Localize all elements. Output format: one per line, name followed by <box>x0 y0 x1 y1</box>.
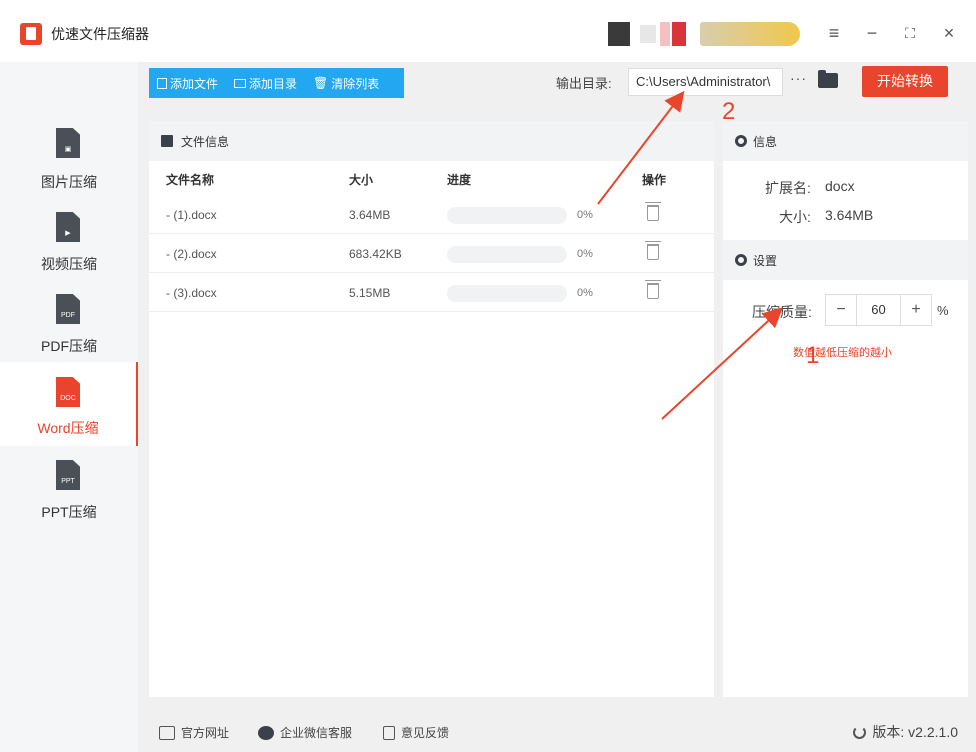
col-size: 大小 <box>349 173 374 187</box>
ext-value: docx <box>825 178 855 194</box>
footer: 官方网址 企业微信客服 意见反馈 版本: v2.2.1.0 <box>138 712 976 752</box>
delete-icon[interactable] <box>645 280 661 299</box>
quality-stepper: − 60 + <box>825 294 932 326</box>
file-size: 3.64MB <box>349 208 391 222</box>
file-panel-header: 文件信息 <box>149 121 714 161</box>
pdf-file-icon: PDF <box>56 294 80 324</box>
blurred-avatar-area <box>598 22 688 46</box>
annotation-number-1: 1 <box>806 342 820 369</box>
feedback-icon <box>383 725 395 740</box>
blurred-username-area <box>700 22 800 46</box>
trash-icon: 🗑 <box>313 76 329 90</box>
progress-percent: 0% <box>577 209 593 221</box>
version-info[interactable]: 版本: v2.2.1.0 <box>853 722 958 742</box>
file-name: - (2).docx <box>166 247 217 261</box>
file-name: - (3).docx <box>166 286 217 300</box>
browse-more-button[interactable]: ··· <box>790 70 807 86</box>
image-icon <box>161 135 173 147</box>
video-file-icon: ▶ <box>56 212 80 242</box>
table-row[interactable]: - (2).docx 683.42KB 0% <box>149 234 714 273</box>
table-row[interactable]: - (1).docx 3.64MB 0% <box>149 195 714 234</box>
sidebar-item-video[interactable]: ▶ 视频压缩 <box>0 212 138 294</box>
output-dir-input[interactable]: C:\Users\Administrator\ <box>628 68 783 96</box>
progress-bar <box>447 246 567 263</box>
quality-input[interactable]: 60 <box>856 295 901 325</box>
quality-increase-button[interactable]: + <box>901 295 931 325</box>
ext-label: 扩展名: <box>765 180 811 196</box>
open-folder-icon[interactable] <box>818 70 838 88</box>
add-folder-button[interactable]: 添加目录 <box>234 75 297 92</box>
size-value: 3.64MB <box>825 207 874 223</box>
quality-label: 压缩质量: <box>752 304 812 320</box>
folder-outline-icon <box>234 78 247 88</box>
sidebar-item-ppt[interactable]: PPT PPT压缩 <box>0 460 138 542</box>
website-icon <box>159 725 175 740</box>
close-icon[interactable]: × <box>937 21 961 45</box>
file-size: 5.15MB <box>349 286 391 300</box>
table-row[interactable]: - (3).docx 5.15MB 0% <box>149 273 714 312</box>
app-title: 优速文件压缩器 <box>51 26 149 42</box>
col-progress: 进度 <box>447 173 472 187</box>
col-name: 文件名称 <box>166 173 215 187</box>
output-dir-label: 输出目录: <box>556 76 612 91</box>
file-icon <box>157 77 167 89</box>
clear-list-button[interactable]: 🗑 清除列表 <box>313 75 379 92</box>
chat-icon <box>258 725 274 740</box>
sidebar-item-label: PDF压缩 <box>41 338 97 354</box>
progress-bar <box>447 207 567 224</box>
file-name: - (1).docx <box>166 208 217 222</box>
file-size: 683.42KB <box>349 247 402 261</box>
website-link[interactable]: 官方网址 <box>159 724 229 741</box>
menu-icon[interactable]: ≡ <box>822 21 846 45</box>
progress-bar <box>447 285 567 302</box>
gear-icon <box>735 254 747 266</box>
annotation-number-2: 2 <box>722 98 736 125</box>
refresh-icon <box>853 725 867 739</box>
file-list-panel: 文件信息 文件名称 大小 进度 操作 - (1).docx 3.64MB 0% … <box>149 121 714 697</box>
minimize-icon[interactable]: − <box>860 21 884 45</box>
title-bar: 优速文件压缩器 ≡ − ⛶ × <box>0 0 976 62</box>
sidebar-item-label: Word压缩 <box>37 420 99 436</box>
delete-icon[interactable] <box>645 202 661 221</box>
doc-file-icon: DOC <box>56 377 80 407</box>
sidebar-item-word[interactable]: DOC Word压缩 <box>0 362 138 446</box>
wechat-service-link[interactable]: 企业微信客服 <box>258 724 352 741</box>
ppt-file-icon: PPT <box>56 460 80 490</box>
info-panel-header: 信息 <box>723 121 968 161</box>
feedback-link[interactable]: 意见反馈 <box>383 724 449 741</box>
image-file-icon: ▣ <box>56 128 80 158</box>
sidebar-item-label: 视频压缩 <box>41 256 97 272</box>
col-action: 操作 <box>642 173 667 187</box>
progress-percent: 0% <box>577 248 593 260</box>
delete-icon[interactable] <box>645 241 661 260</box>
size-label: 大小: <box>779 209 811 225</box>
sidebar: ▣ 图片压缩 ▶ 视频压缩 PDF PDF压缩 DOC Word压缩 PPT P… <box>0 62 138 752</box>
settings-panel-header: 设置 <box>723 240 968 280</box>
maximize-icon[interactable]: ⛶ <box>898 21 922 45</box>
sidebar-item-image[interactable]: ▣ 图片压缩 <box>0 128 138 210</box>
start-convert-button[interactable]: 开始转换 <box>862 66 948 97</box>
quality-decrease-button[interactable]: − <box>826 295 856 325</box>
add-file-button[interactable]: 添加文件 <box>157 75 218 92</box>
gear-icon <box>735 135 747 147</box>
file-toolbar: 添加文件 添加目录 🗑 清除列表 <box>149 68 404 98</box>
app-logo-icon <box>20 23 42 45</box>
sidebar-item-label: 图片压缩 <box>41 174 97 190</box>
percent-unit: % <box>937 303 949 318</box>
sidebar-item-label: PPT压缩 <box>41 504 97 520</box>
progress-percent: 0% <box>577 287 593 299</box>
